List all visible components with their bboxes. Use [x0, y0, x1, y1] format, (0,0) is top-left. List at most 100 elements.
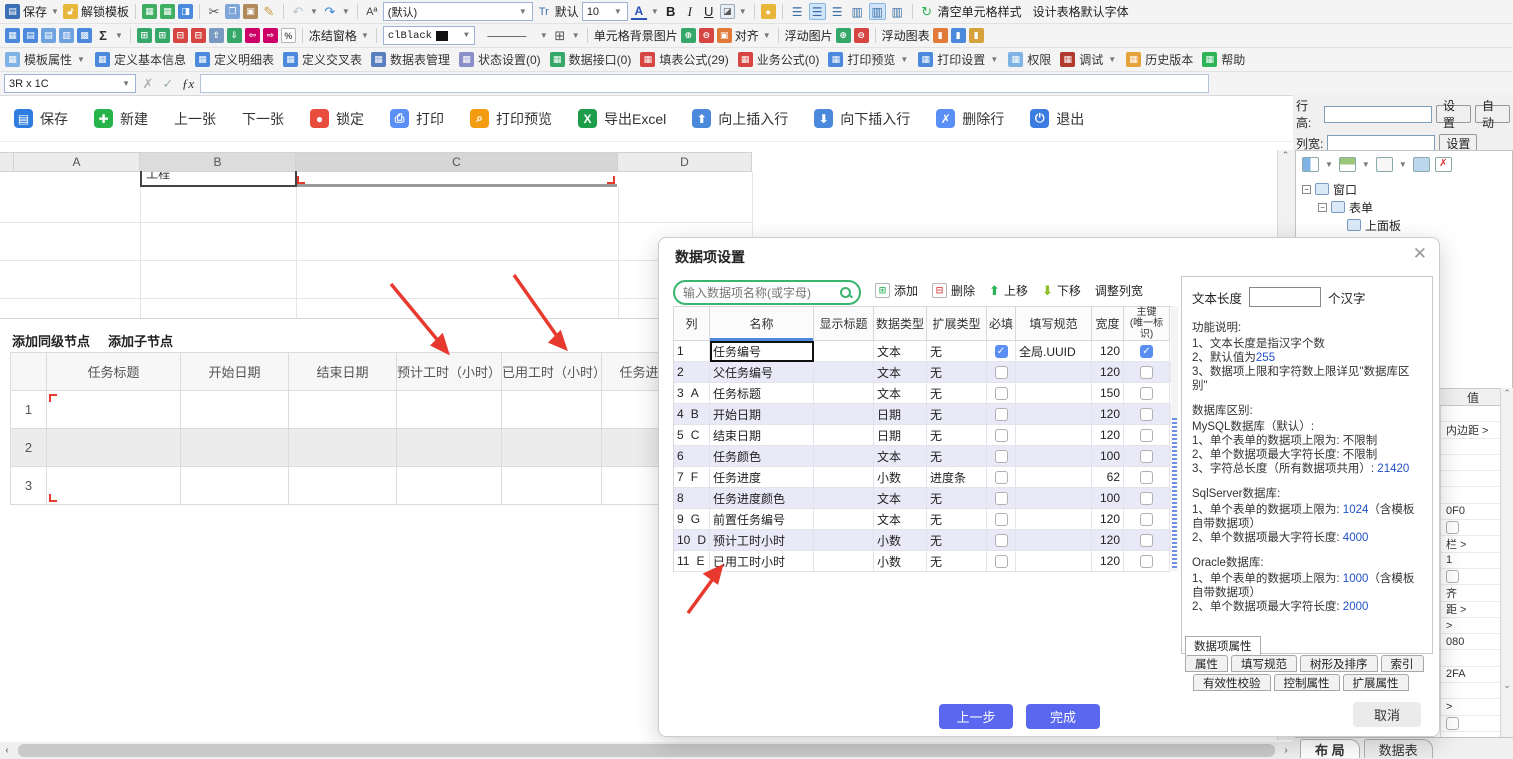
dialog-column-header[interactable]: 名称 [710, 307, 814, 341]
rule-cell[interactable] [1016, 362, 1092, 383]
cell-reference-box[interactable]: 3R x 1C▼ [4, 74, 136, 93]
redo-icon[interactable]: ↷ [322, 4, 338, 20]
display-title-cell[interactable] [814, 341, 874, 362]
split-columns-icon[interactable] [1302, 157, 1319, 172]
define-basic-info-button[interactable]: ▦定义基本信息 [95, 51, 186, 68]
width-cell[interactable]: 120 [1092, 404, 1124, 425]
row-height-auto-button[interactable]: 自动 [1475, 105, 1510, 123]
width-cell[interactable]: 100 [1092, 488, 1124, 509]
task-table-row[interactable]: 1 [11, 391, 690, 429]
permissions-button[interactable]: ▦权限 [1008, 51, 1051, 68]
col-left-icon[interactable]: ⇦ [245, 28, 260, 43]
ext-type-cell[interactable]: 无 [927, 509, 987, 530]
print-button[interactable]: ⎙打印 [390, 109, 444, 129]
search-input[interactable] [683, 286, 834, 300]
data-type-cell[interactable]: 文本 [874, 509, 927, 530]
percent-icon[interactable]: % [281, 28, 296, 43]
align-center-button[interactable]: ☰ [809, 3, 826, 20]
props-tab-填写规范[interactable]: 填写规范 [1231, 655, 1297, 672]
row-height-set-button[interactable]: 设置 [1436, 105, 1471, 123]
dialog-column-header[interactable]: 必填 [987, 307, 1016, 341]
props-tab-有效性校验[interactable]: 有效性校验 [1193, 674, 1271, 691]
cancel-button[interactable]: 取消 [1353, 702, 1421, 727]
task-cell[interactable] [181, 391, 289, 429]
task-table-row[interactable]: 3 [11, 467, 690, 505]
data-type-cell[interactable]: 小数 [874, 551, 927, 572]
dialog-column-header[interactable]: 宽度 [1092, 307, 1124, 341]
print-settings-dropdown-icon[interactable]: ▼ [990, 55, 998, 64]
ext-type-cell[interactable]: 无 [927, 446, 987, 467]
print-preview-dropdown-icon[interactable]: ▼ [900, 55, 908, 64]
data-item-table[interactable]: 列名称显示标题数据类型扩展类型必填填写规范宽度主键 (唯一标识)1任务编号文本无… [673, 306, 1171, 572]
name-cell[interactable]: 前置任务编号 [710, 509, 814, 530]
display-title-cell[interactable] [814, 362, 874, 383]
fill-color-icon[interactable]: ◪ [720, 4, 735, 19]
split-rows-icon[interactable] [1339, 157, 1356, 172]
business-formula-button[interactable]: ▦业务公式(0) [738, 51, 820, 68]
delete-col-icon[interactable]: ⊟ [191, 28, 206, 43]
col-right-icon[interactable]: ⇨ [263, 28, 278, 43]
property-checkbox[interactable] [1446, 521, 1459, 534]
data-item-row[interactable]: 8任务进度颜色文本无100 [674, 488, 1171, 509]
col-letter-cell[interactable]: 3A [674, 383, 710, 404]
data-type-cell[interactable]: 文本 [874, 341, 927, 362]
define-detail-table-button[interactable]: ▦定义明细表 [195, 51, 274, 68]
ext-type-cell[interactable]: 无 [927, 530, 987, 551]
dialog-column-header[interactable]: 显示标题 [814, 307, 874, 341]
tab-datatable[interactable]: 数据表 [1364, 739, 1433, 758]
required-cell[interactable] [987, 425, 1016, 446]
sum-icon[interactable]: Σ [95, 28, 111, 43]
pk-cell[interactable] [1124, 383, 1170, 404]
required-checkbox[interactable] [995, 492, 1008, 505]
scroll-left-icon[interactable]: ‹ [0, 745, 14, 756]
align-left-button[interactable]: ☰ [789, 3, 806, 20]
row-layout-icon[interactable]: ▤ [41, 28, 56, 43]
data-type-cell[interactable]: 日期 [874, 425, 927, 446]
template-properties-dropdown-icon[interactable]: ▼ [77, 55, 85, 64]
valign-middle-button[interactable]: ▥ [869, 3, 886, 20]
pk-checkbox[interactable] [1140, 366, 1153, 379]
underline-button[interactable]: U [701, 4, 717, 19]
rule-cell[interactable] [1016, 509, 1092, 530]
width-cell[interactable]: 62 [1092, 467, 1124, 488]
col-letter-cell[interactable]: 7F [674, 467, 710, 488]
float-image-remove-icon[interactable]: ⊖ [854, 28, 869, 43]
formula-input[interactable] [200, 74, 1209, 93]
prev-sheet-button[interactable]: 上一张 [174, 109, 216, 129]
import-sheet-icon[interactable]: ▦ [142, 4, 157, 19]
save-icon[interactable]: ▤ [5, 4, 20, 19]
col-letter-cell[interactable]: 4B [674, 404, 710, 425]
blank-panel-icon[interactable] [1376, 157, 1393, 172]
required-cell[interactable] [987, 467, 1016, 488]
ext-type-cell[interactable]: 无 [927, 362, 987, 383]
format-painter-icon[interactable]: ✎ [261, 4, 277, 20]
add-child-node-link[interactable]: 添加子节点 [108, 331, 173, 350]
bold-button[interactable]: B [663, 4, 679, 19]
rule-cell[interactable] [1016, 383, 1092, 404]
col-letter-cell[interactable]: 8 [674, 488, 710, 509]
tree-expander-icon[interactable]: − [1302, 185, 1311, 194]
unlock-template-label[interactable]: 解锁模板 [81, 3, 129, 20]
required-cell[interactable] [987, 362, 1016, 383]
print-preview-button[interactable]: ⌕打印预览 [470, 109, 552, 129]
line-style-icon[interactable]: ——— [478, 28, 536, 43]
data-type-cell[interactable]: 文本 [874, 362, 927, 383]
line-style-dropdown-icon[interactable]: ▼ [540, 31, 548, 40]
required-checkbox[interactable] [995, 387, 1008, 400]
next-sheet-button[interactable]: 下一张 [242, 109, 284, 129]
required-checkbox[interactable] [995, 555, 1008, 568]
align-menu-dropdown-icon[interactable]: ▼ [763, 31, 771, 40]
export-sheet-icon[interactable]: ▦ [160, 4, 175, 19]
insert-grid-icon[interactable]: ▤ [23, 28, 38, 43]
required-cell[interactable] [987, 509, 1016, 530]
italic-button[interactable]: I [682, 4, 698, 20]
line-color-select[interactable]: clBlack▼ [383, 26, 475, 45]
name-cell[interactable]: 已用工时小时 [710, 551, 814, 572]
scroll-thumb[interactable] [18, 744, 1275, 757]
rule-cell[interactable] [1016, 446, 1092, 467]
required-checkbox[interactable] [995, 534, 1008, 547]
close-icon[interactable]: ✕ [1413, 244, 1427, 264]
task-cell[interactable] [397, 429, 502, 467]
data-item-row[interactable]: 5C结束日期日期无120 [674, 425, 1171, 446]
required-cell[interactable] [987, 404, 1016, 425]
